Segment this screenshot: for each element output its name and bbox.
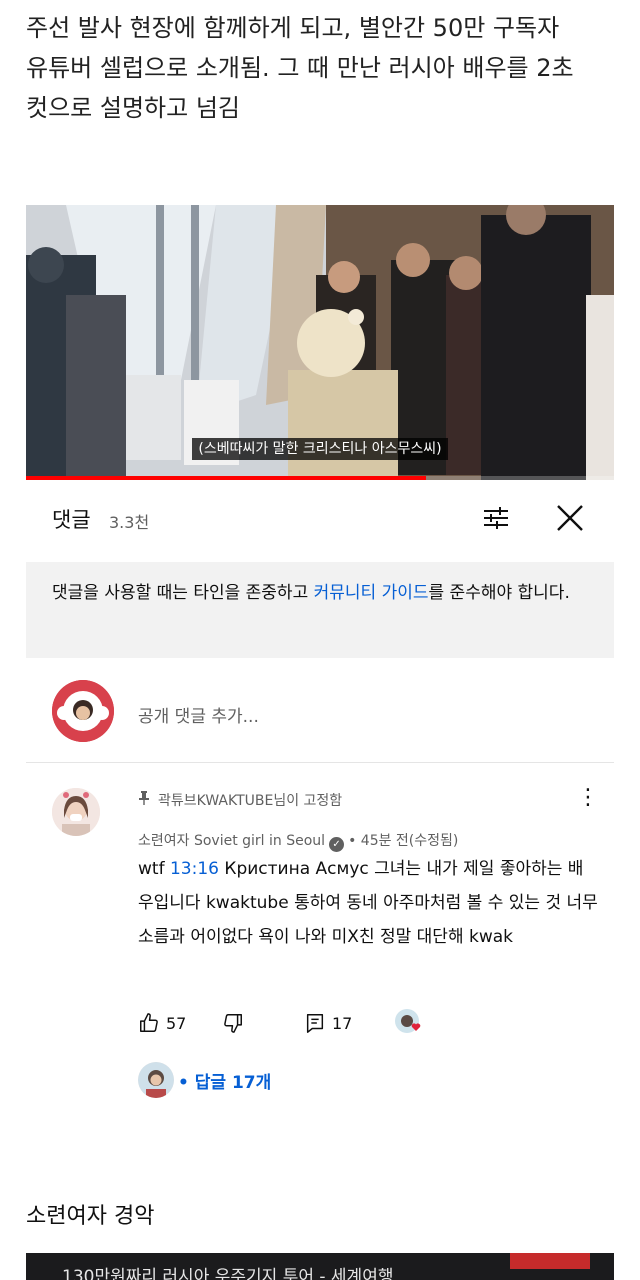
verified-check-icon: ✓ [329,837,345,852]
intro-line-1: 주선 발사 현장에 함께하게 되고, 별안간 50만 구독자 [26,14,560,42]
next-video-title: 130만원짜리 러시아 우주기지 투어 - 세계여행 [62,1267,394,1280]
intro-text: 주선 발사 현장에 함께하게 되고, 별안간 50만 구독자 유튜버 셀럽으로 … [26,8,626,128]
filter-button[interactable] [478,500,514,536]
author-name[interactable]: 소련여자 Soviet girl in Seoul [138,833,325,849]
avatar [138,1062,174,1098]
view-replies-button[interactable]: • 답글 17개 [138,1060,271,1100]
intro-line-3: 컷으로 설명하고 넘김 [26,94,240,122]
add-comment-row[interactable]: 공개 댓글 추가... [26,676,614,752]
timestamp-link[interactable]: 13:16 [170,859,219,879]
comment-meta: • 45분 전(수정됨) [348,833,459,849]
comments-header: 댓글 3.3천 [26,480,614,558]
avatar [52,680,114,742]
section-title: 소련여자 경악 [26,1204,155,1229]
thumbnail-badge [510,1253,590,1269]
more-options-icon[interactable]: ⋮ [576,787,600,812]
pin-icon [138,791,152,809]
reply-button[interactable]: 17 [304,1008,352,1038]
community-guidelines-link[interactable]: 커뮤니티 가이드 [314,583,429,603]
intro-line-2: 유튜버 셀럽으로 소개됨. 그 때 만난 러시아 배우를 2초 [26,54,574,82]
dislike-button[interactable] [222,1008,250,1038]
divider [26,762,614,763]
next-video-thumbnail[interactable]: 130만원짜리 러시아 우주기지 투어 - 세계여행 [26,1253,614,1280]
like-button[interactable]: 57 [138,1008,186,1038]
thumbs-down-icon [224,1014,242,1033]
creator-heart-icon [394,1008,424,1038]
avatar[interactable] [52,788,100,836]
close-button[interactable] [552,500,588,536]
notice-text-after: 를 준수해야 합니다. [428,583,570,603]
community-notice: 댓글을 사용할 때는 타인을 존중하고 커뮤니티 가이드를 준수해야 합니다. [26,562,614,658]
comment-reply-icon [306,1014,324,1033]
comment-text: wtf 13:16 Кристина Асмус 그녀는 내가 제일 좋아하는 … [138,859,598,947]
comments-panel: 댓글 3.3천 댓글을 사용할 때는 타인을 존중하고 커뮤니티 가이드를 준수… [26,480,614,1280]
replies-label: • 답글 17개 [178,1072,272,1093]
pinned-by-label: 곽튜브KWAKTUBE님이 고정함 [138,790,342,810]
channel-logo-icon [52,680,114,742]
video-thumbnail[interactable]: (스베따씨가 말한 크리스티나 아스무스씨) [26,205,614,480]
comment-actions: 57 17 [138,1008,598,1038]
video-subtitle: (스베따씨가 말한 크리스티나 아스무스씨) [26,438,614,460]
commenter-avatar-image [52,788,100,836]
author-line: 소련여자 Soviet girl in Seoul ✓ • 45분 전(수정됨) [138,830,458,852]
add-comment-input[interactable]: 공개 댓글 추가... [138,702,259,727]
close-icon [557,505,583,531]
pinned-comment: 곽튜브KWAKTUBE님이 고정함 소련여자 Soviet girl in Se… [26,780,614,1110]
reply-count: 17 [332,1013,353,1033]
thumbs-up-icon [140,1013,158,1032]
like-count: 57 [166,1013,187,1033]
filter-sliders-icon [484,507,508,529]
comments-count: 3.3천 [109,513,150,532]
comments-title: 댓글 [52,508,91,532]
notice-text-before: 댓글을 사용할 때는 타인을 존중하고 [52,583,314,603]
